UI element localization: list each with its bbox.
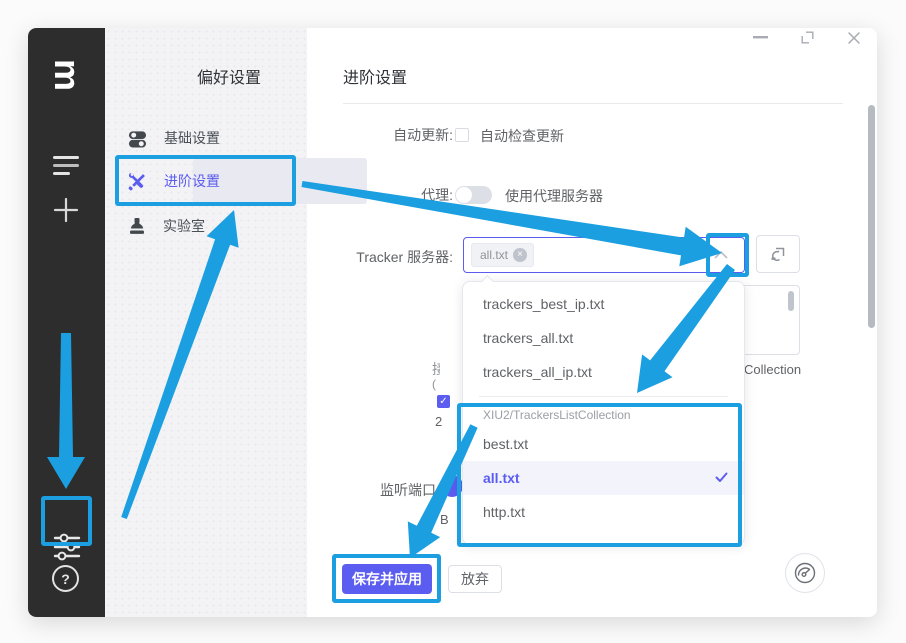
tracker-server-label: Tracker 服务器: <box>356 247 453 267</box>
tag-close-icon[interactable]: × <box>513 248 527 262</box>
task-list-icon[interactable] <box>52 154 80 180</box>
dropdown-option[interactable]: trackers_all.txt <box>463 321 744 355</box>
sidebar-item-lab[interactable]: 实验室 <box>128 216 205 236</box>
selected-tag: all.txt × <box>471 243 534 267</box>
toggle-on-fragment <box>441 475 463 497</box>
sidebar-item-label: 进阶设置 <box>164 171 220 191</box>
dropdown-option-label: all.txt <box>483 470 520 486</box>
speed-limit-button[interactable] <box>785 553 825 593</box>
app-window: m ? 偏好设置 <box>28 28 877 617</box>
preferences-title: 偏好设置 <box>197 64 261 88</box>
dropdown-group-label: XIU2/TrackersListCollection <box>463 403 744 427</box>
dropdown-option[interactable]: best.txt <box>463 427 744 461</box>
clipped-text-fragment: B <box>440 512 449 527</box>
dropdown-option[interactable]: trackers_all_ip.txt <box>463 355 744 389</box>
dropdown-option-selected[interactable]: all.txt <box>463 461 744 495</box>
sidebar-item-label: 基础设置 <box>164 128 220 148</box>
auto-check-update-text[interactable]: 自动检查更新 <box>480 126 564 146</box>
sidebar-item-advanced-settings[interactable]: 进阶设置 <box>128 171 220 191</box>
listen-port-label: 监听端口 <box>380 480 436 500</box>
speedometer-icon <box>793 561 817 585</box>
auto-update-label: 自动更新: <box>393 125 453 145</box>
window-scrollbar[interactable] <box>868 105 875 328</box>
discard-button[interactable]: 放弃 <box>448 565 502 593</box>
tracker-select[interactable]: all.txt × <box>463 237 745 273</box>
checkmark-icon <box>715 472 728 483</box>
textarea-scrollbar[interactable] <box>788 291 794 311</box>
proxy-label: 代理: <box>421 185 453 205</box>
preferences-sidebar: 偏好设置 基础设置 <box>105 28 307 617</box>
help-button[interactable]: ? <box>52 565 79 592</box>
help-question-icon: ? <box>61 571 70 587</box>
app-sidebar: m ? <box>28 28 105 617</box>
dropdown-option[interactable]: http.txt <box>463 495 744 529</box>
motrix-logo-icon: m <box>48 56 86 94</box>
page-title: 进阶设置 <box>343 64 407 88</box>
clipped-text-fragment: 2 <box>435 414 442 429</box>
minimize-icon[interactable] <box>752 34 769 40</box>
wrench-icon <box>128 172 147 191</box>
title-divider <box>343 103 843 104</box>
trackers-collection-link-fragment[interactable]: Collection <box>744 362 801 377</box>
auto-check-update-checkbox[interactable] <box>455 128 469 142</box>
add-task-icon[interactable] <box>52 196 80 224</box>
clipped-text-fragment: 接 <box>432 359 440 376</box>
sync-refresh-icon <box>770 246 787 263</box>
close-icon[interactable] <box>847 31 861 45</box>
sidebar-item-label: 实验室 <box>163 216 205 236</box>
tag-label: all.txt <box>480 248 508 262</box>
toggles-icon <box>128 129 147 148</box>
chevron-up-icon[interactable] <box>714 250 728 259</box>
sidebar-item-basic-settings[interactable]: 基础设置 <box>128 128 220 148</box>
tracker-dropdown: trackers_best_ip.txt trackers_all.txt tr… <box>462 281 745 545</box>
proxy-toggle[interactable] <box>455 186 492 204</box>
clipped-text-fragment: ( <box>432 377 440 392</box>
lab-stamp-icon <box>128 217 146 236</box>
save-apply-button[interactable]: 保存并应用 <box>342 564 432 594</box>
maximize-icon[interactable] <box>801 31 814 44</box>
checked-checkbox-fragment: ✓ <box>437 395 450 408</box>
dropdown-divider <box>479 396 728 397</box>
proxy-toggle-text: 使用代理服务器 <box>505 186 603 206</box>
page: m ? 偏好设置 <box>0 0 906 643</box>
sync-trackers-button[interactable] <box>756 235 800 273</box>
preferences-sliders-icon[interactable] <box>53 533 81 561</box>
dropdown-option[interactable]: trackers_best_ip.txt <box>463 287 744 321</box>
toggle-knob <box>456 187 472 203</box>
